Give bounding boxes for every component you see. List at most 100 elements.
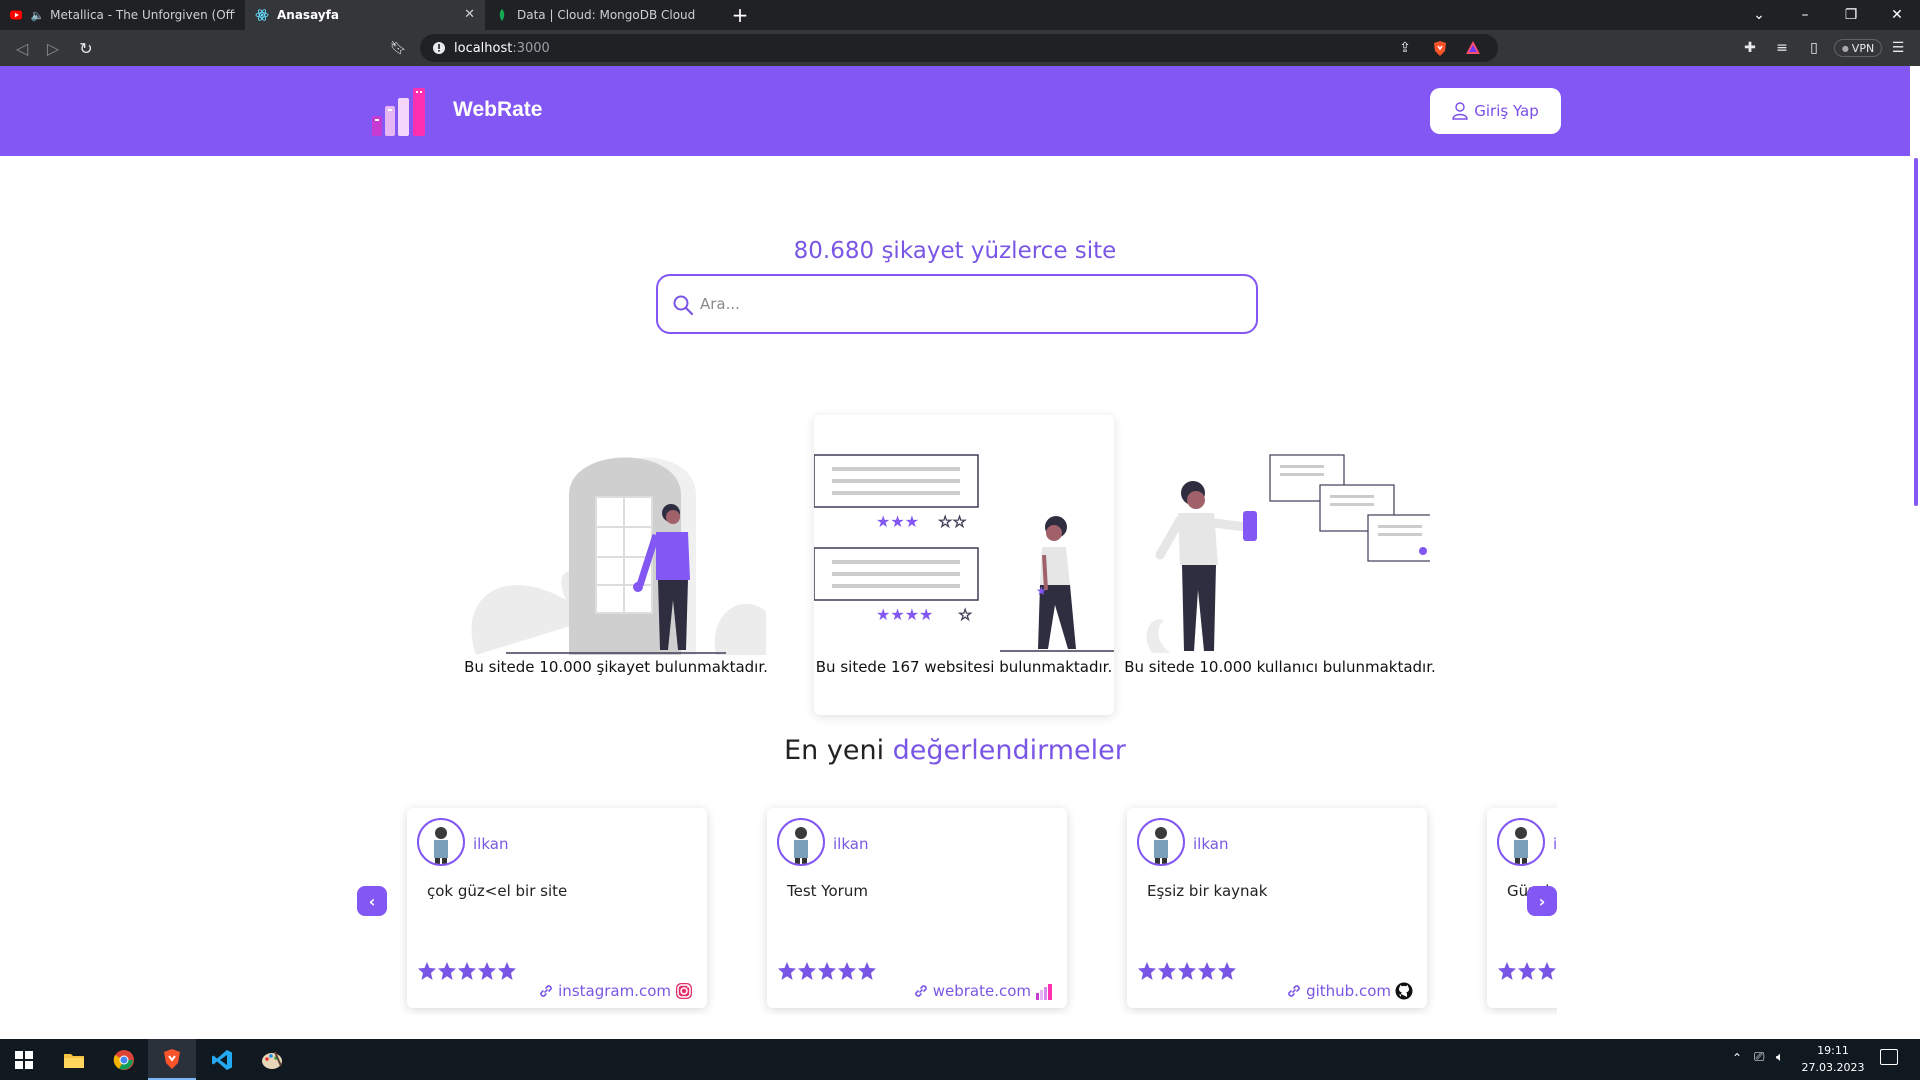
five-star-rating-icon [778, 962, 876, 980]
review-username[interactable]: ilkan [473, 835, 508, 853]
five-star-rating-icon [1138, 962, 1236, 980]
media-queue-icon[interactable]: ≡ [1772, 38, 1792, 58]
review-site-link[interactable]: instagram.com [538, 982, 693, 1000]
review-card[interactable]: ilkan Test Yorum webrate.com [767, 808, 1067, 1008]
sidebar-icon[interactable]: ▯ [1804, 38, 1824, 58]
audio-playing-icon[interactable]: 🔈 [30, 9, 44, 22]
folder-icon [64, 1053, 84, 1068]
review-username[interactable]: ilkan [1193, 835, 1228, 853]
page-scrollbar[interactable] [1910, 156, 1920, 1039]
share-icon[interactable]: ⇪ [1395, 38, 1415, 58]
tab-metallica[interactable]: 🔈 Metallica - The Unforgiven (Official [0, 0, 245, 30]
close-window-button[interactable]: ✕ [1874, 0, 1920, 30]
avatar[interactable] [1137, 818, 1185, 866]
reviews-person-illustration: ★★★ ☆☆ ★★★★ ☆ ★ [814, 454, 1114, 652]
svg-text:★★★: ★★★ [876, 512, 919, 531]
tab-anasayfa[interactable]: Anasayfa ✕ [245, 0, 485, 30]
extensions-icon[interactable]: ✚ [1740, 38, 1760, 58]
paint-icon[interactable] [248, 1039, 296, 1080]
search-icon [673, 295, 694, 316]
stat-card-websites: ★★★ ☆☆ ★★★★ ☆ ★ Bu sitede 167 websitesi … [814, 415, 1114, 715]
reviews-carousel: ilkan çok güz<el bir site instagram.com … [400, 800, 1557, 1015]
network-icon[interactable]: ⎚ [1754, 1050, 1764, 1065]
github-icon [1395, 982, 1413, 1000]
stat-card-users: Bu sitede 10.000 kullanıcı bulunmaktadır… [1124, 415, 1436, 715]
five-star-rating-icon [1498, 962, 1556, 980]
review-site-name[interactable]: github.com [1306, 982, 1391, 1000]
browser-tab-bar: 🔈 Metallica - The Unforgiven (Official A… [0, 0, 1920, 30]
avatar[interactable] [417, 818, 465, 866]
brave-shields-icon[interactable] [1432, 40, 1448, 57]
close-tab-icon[interactable]: ✕ [464, 7, 475, 22]
browser-menu-icon[interactable]: ☰ [1888, 38, 1908, 58]
volume-icon[interactable]: 🔈︎ [1776, 1050, 1784, 1065]
new-tab-button[interactable]: + [725, 0, 755, 30]
review-username[interactable]: ilkan [1553, 835, 1557, 853]
restore-button[interactable]: ❐ [1828, 0, 1874, 30]
file-explorer-icon[interactable] [50, 1039, 98, 1080]
svg-text:★★★★: ★★★★ [876, 605, 933, 624]
brave-rewards-icon[interactable] [1465, 40, 1481, 56]
tab-search-icon[interactable]: ⌄ [1736, 0, 1782, 30]
windows-start-icon[interactable] [0, 1039, 48, 1080]
stat-websites-text: Bu sitede 167 websitesi bulunmaktadır. [815, 658, 1113, 676]
tab-mongodb[interactable]: Data | Cloud: MongoDB Cloud [485, 0, 725, 30]
show-hidden-icons-icon[interactable]: ⌃ [1732, 1051, 1742, 1065]
login-button[interactable]: Giriş Yap [1430, 88, 1561, 134]
carousel-prev-button[interactable]: ‹ [357, 886, 387, 916]
vpn-button[interactable]: ● VPN [1834, 39, 1882, 57]
reload-icon[interactable]: ↻ [76, 38, 96, 58]
brave-browser-icon[interactable] [148, 1039, 196, 1080]
forward-icon[interactable]: ▷ [43, 38, 63, 58]
review-site-link[interactable]: webrate.com [913, 982, 1053, 1000]
notifications-icon[interactable] [1880, 1049, 1898, 1065]
browser-toolbar: ◁ ▷ ↻ 🔖︎ localhost:3000 ⇪ ✚ ≡ ▯ ● VPN ☰ [0, 30, 1920, 66]
brave-logo-icon [164, 1048, 180, 1069]
svg-text:☆: ☆ [958, 605, 972, 624]
user-icon [1452, 102, 1468, 120]
review-username[interactable]: ilkan [833, 835, 868, 853]
svg-text:★: ★ [1036, 584, 1047, 598]
review-comment: Test Yorum [787, 882, 868, 900]
user-avatar-icon [1514, 827, 1528, 864]
url-text: localhost:3000 [454, 41, 550, 56]
review-card[interactable]: ilkan Eşsiz bir kaynak github.com [1127, 808, 1427, 1008]
instagram-icon [676, 983, 692, 999]
url-host: localhost [454, 41, 513, 56]
scrollbar-thumb[interactable] [1914, 158, 1918, 506]
bookmark-icon[interactable]: 🔖︎ [388, 38, 408, 58]
windows-logo-icon [15, 1050, 33, 1069]
site-header: WebRate Giriş Yap [0, 66, 1910, 156]
webrate-logo-icon[interactable] [372, 88, 438, 136]
clock-date[interactable]: 27.03.2023 [1798, 1061, 1868, 1074]
tab-title: Metallica - The Unforgiven (Official [50, 8, 235, 22]
star-rating [1497, 961, 1557, 981]
avatar[interactable] [777, 818, 825, 866]
address-bar[interactable]: localhost:3000 ⇪ [420, 34, 1498, 62]
review-site-link[interactable]: github.com [1286, 982, 1413, 1000]
brand-name[interactable]: WebRate [453, 98, 542, 122]
vscode-logo-icon [212, 1049, 232, 1070]
vpn-status-icon: ● [1841, 43, 1849, 53]
site-info-icon[interactable] [432, 41, 446, 55]
search-input[interactable] [700, 288, 1240, 320]
clock-time[interactable]: 19:11 [1798, 1044, 1868, 1057]
back-icon[interactable]: ◁ [12, 38, 32, 58]
chrome-icon[interactable] [100, 1039, 148, 1080]
mongodb-leaf-icon [499, 9, 505, 21]
stat-users-text: Bu sitede 10.000 kullanıcı bulunmaktadır… [1124, 658, 1436, 676]
review-site-name[interactable]: instagram.com [558, 982, 671, 1000]
user-avatar-icon [434, 827, 448, 864]
search-box[interactable] [656, 274, 1258, 334]
chrome-logo-icon [113, 1049, 134, 1070]
five-star-rating-icon [418, 962, 516, 980]
vscode-icon[interactable] [198, 1039, 246, 1080]
link-icon [1288, 985, 1300, 997]
minimize-button[interactable]: – [1782, 0, 1828, 30]
review-card[interactable]: ilkan çok güz<el bir site instagram.com [407, 808, 707, 1008]
avatar[interactable] [1497, 818, 1545, 866]
review-site-name[interactable]: webrate.com [933, 982, 1031, 1000]
star-rating [777, 961, 877, 981]
carousel-next-button[interactable]: › [1527, 886, 1557, 916]
stat-card-complaints: Bu sitede 10.000 şikayet bulunmaktadır. [464, 415, 768, 715]
